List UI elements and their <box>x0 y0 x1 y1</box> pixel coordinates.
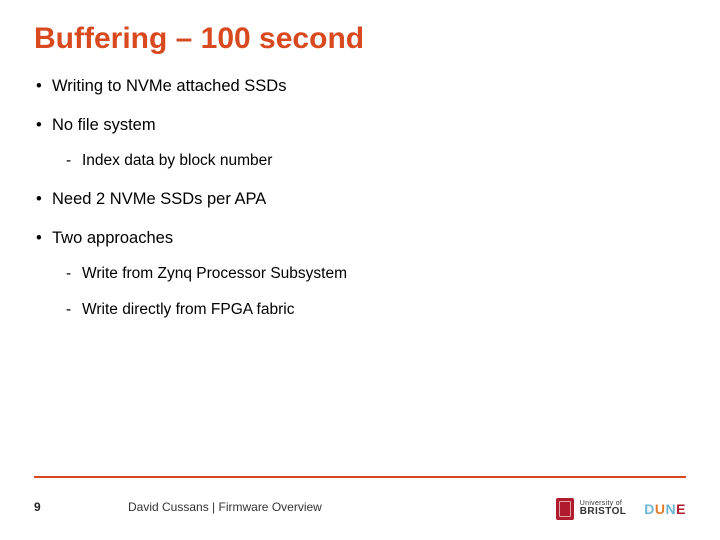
sub-text: Write directly from FPGA fabric <box>82 301 294 318</box>
sub-item: Index data by block number <box>66 151 686 171</box>
page-number: 9 <box>34 500 41 514</box>
bullet-item: Two approaches Write from Zynq Processor… <box>36 228 686 320</box>
sub-item: Write directly from FPGA fabric <box>66 300 686 320</box>
footer-credit: David Cussans | Firmware Overview <box>128 500 322 514</box>
bullet-item: Need 2 NVMe SSDs per APA <box>36 189 686 210</box>
sub-list: Index data by block number <box>36 151 686 171</box>
sub-text: Write from Zynq Processor Subsystem <box>82 265 347 282</box>
uob-crest-icon <box>556 498 574 520</box>
dune-e: E <box>676 501 686 517</box>
uob-logo: University of BRISTOL <box>556 498 627 520</box>
bullet-list: Writing to NVMe attached SSDs No file sy… <box>34 76 686 320</box>
dune-n: N <box>666 501 677 517</box>
bullet-text: Two approaches <box>52 229 173 247</box>
bullet-item: No file system Index data by block numbe… <box>36 115 686 171</box>
sub-text: Index data by block number <box>82 152 272 169</box>
dune-d: D <box>644 501 655 517</box>
uob-name: BRISTOL <box>580 507 627 518</box>
bullet-item: Writing to NVMe attached SSDs <box>36 76 686 97</box>
footer-logos: University of BRISTOL DUNE <box>556 498 686 520</box>
footer-rule <box>34 476 686 478</box>
slide-title: Buffering – 100 second <box>34 22 686 56</box>
slide-body: Writing to NVMe attached SSDs No file sy… <box>34 76 686 320</box>
bullet-text: No file system <box>52 116 156 134</box>
dune-logo: DUNE <box>644 501 686 517</box>
uob-logo-text: University of BRISTOL <box>580 500 627 518</box>
dune-u: U <box>655 501 666 517</box>
sub-list: Write from Zynq Processor Subsystem Writ… <box>36 264 686 320</box>
bullet-text: Need 2 NVMe SSDs per APA <box>52 190 266 208</box>
sub-item: Write from Zynq Processor Subsystem <box>66 264 686 284</box>
slide: Buffering – 100 second Writing to NVMe a… <box>0 0 720 540</box>
slide-footer: 9 David Cussans | Firmware Overview Univ… <box>0 484 720 520</box>
bullet-text: Writing to NVMe attached SSDs <box>52 77 286 95</box>
